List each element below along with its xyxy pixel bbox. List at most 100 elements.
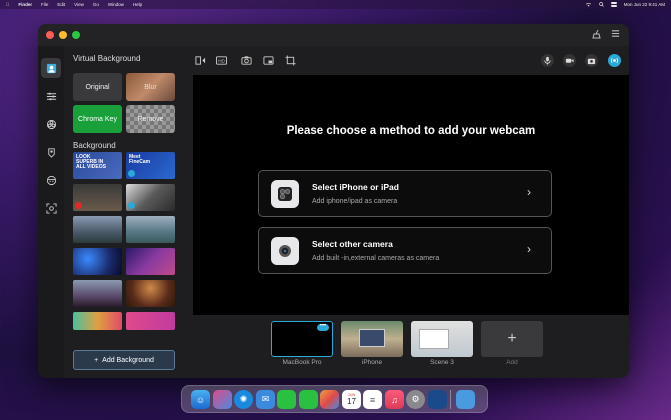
background-thumb[interactable] [73, 312, 122, 330]
menu-file[interactable]: File [41, 2, 48, 7]
background-section-label: Background [73, 141, 116, 150]
launchpad-icon[interactable] [213, 390, 232, 409]
youtube-icon [75, 202, 82, 209]
method-subtitle: Add iphone/ipad as camera [312, 198, 398, 205]
photos-icon[interactable] [320, 390, 339, 409]
facetime-icon[interactable] [277, 390, 296, 409]
left-nav-rail [38, 46, 64, 378]
zoom-window-button[interactable] [72, 31, 80, 39]
finecam-app-icon[interactable] [428, 390, 447, 409]
video-record-icon[interactable] [563, 54, 576, 67]
option-remove[interactable]: Remove [126, 105, 175, 133]
control-center-icon[interactable] [610, 1, 617, 8]
add-background-button[interactable]: + Add Background [73, 350, 175, 370]
close-window-button[interactable] [46, 31, 54, 39]
background-thumb[interactable] [126, 216, 175, 243]
camera-preview-area: Please choose a method to add your webca… [193, 75, 629, 315]
option-blur[interactable]: Blur [126, 73, 175, 101]
background-thumb[interactable] [126, 248, 175, 275]
chevron-right-icon: › [527, 185, 531, 199]
plus-icon: + [94, 356, 99, 364]
select-iphone-ipad-option[interactable]: Select iPhone or iPad Add iphone/ipad as… [258, 170, 552, 217]
calendar-icon[interactable]: JUN 17 [342, 390, 361, 409]
video-badge-icon [128, 202, 135, 209]
background-thumb[interactable]: Meet FineCam [126, 152, 175, 179]
option-chroma-key[interactable]: Chroma Key [73, 105, 122, 133]
document-image [419, 329, 449, 349]
method-title: Select iPhone or iPad [312, 182, 399, 192]
background-thumb[interactable] [126, 280, 175, 307]
system-preferences-icon[interactable]: ⚙ [406, 390, 425, 409]
video-badge-icon [128, 170, 135, 177]
minimize-window-button[interactable] [59, 31, 67, 39]
scene-label: MacBook Pro [282, 359, 322, 366]
picture-in-picture-icon[interactable] [262, 54, 274, 66]
menu-bar:  Finder File Edit View Go Window Help M… [0, 0, 671, 9]
background-thumb[interactable] [126, 312, 175, 330]
scan-focus-icon[interactable] [41, 198, 61, 218]
background-thumb[interactable] [73, 248, 122, 275]
safari-icon[interactable]: ✺ [234, 390, 253, 409]
background-thumb[interactable]: LOOK SUPERB IN ALL VIDEOS [73, 152, 122, 179]
title-bar [38, 24, 629, 46]
scene-label: Scene 3 [430, 359, 454, 366]
scene-3[interactable] [411, 321, 473, 357]
crop-frame-icon[interactable] [284, 54, 296, 66]
finder-icon[interactable]: ☺ [191, 390, 210, 409]
promo-text: Meet FineCam [129, 154, 151, 165]
scene-macbook-pro[interactable]: ••• [271, 321, 333, 357]
messages-icon[interactable] [299, 390, 318, 409]
menu-window[interactable]: Window [108, 2, 124, 7]
hd-resolution-icon[interactable]: HD [215, 54, 227, 66]
panel-title: Virtual Background [73, 54, 141, 63]
wifi-icon[interactable] [585, 2, 592, 8]
dock-separator [450, 390, 451, 409]
menubar-clock[interactable]: Mon Jun 22 9:41 AM [624, 2, 665, 7]
chevron-right-icon: › [527, 242, 531, 256]
virtual-background-panel: Virtual Background Original Blur Chroma … [64, 46, 186, 378]
apple-menu-icon[interactable]:  [6, 2, 9, 7]
broom-icon[interactable] [591, 29, 603, 41]
sticker-icon[interactable] [41, 142, 61, 162]
avatar-mask-icon[interactable] [41, 170, 61, 190]
snapshot-camera-icon[interactable] [240, 54, 252, 66]
trash-icon[interactable] [476, 390, 485, 409]
promo-text: LOOK SUPERB IN ALL VIDEOS [76, 154, 106, 170]
background-thumb[interactable] [73, 216, 122, 243]
virtual-background-tab-icon[interactable] [41, 58, 61, 78]
add-webcam-heading: Please choose a method to add your webca… [286, 125, 536, 137]
microphone-icon[interactable] [541, 54, 554, 67]
background-thumb[interactable] [73, 184, 122, 211]
add-scene-button[interactable]: + [481, 321, 543, 357]
downloads-folder-icon[interactable] [456, 390, 475, 409]
music-icon[interactable]: ♫ [385, 390, 404, 409]
background-thumb[interactable] [73, 280, 122, 307]
menu-edit[interactable]: Edit [57, 2, 65, 7]
dock: ☺ ✺ ✉ JUN 17 ≡ ♫ ⚙ [181, 385, 488, 413]
laptop-image [359, 329, 385, 347]
option-original[interactable]: Original [73, 73, 122, 101]
mail-icon[interactable]: ✉ [256, 390, 275, 409]
menu-finder[interactable]: Finder [18, 2, 32, 7]
adjust-sliders-icon[interactable] [41, 86, 61, 106]
more-options-icon[interactable]: ••• [317, 323, 329, 331]
menu-go[interactable]: Go [93, 2, 99, 7]
menu-view[interactable]: View [74, 2, 84, 7]
background-thumb[interactable] [126, 184, 175, 211]
app-window: Virtual Background Original Blur Chroma … [38, 24, 629, 378]
method-subtitle: Add built -in,external cameras as camera [312, 255, 440, 262]
photo-capture-icon[interactable] [585, 54, 598, 67]
search-icon[interactable] [598, 1, 604, 8]
scene-label: Add [506, 359, 518, 366]
svg-text:HD: HD [218, 58, 225, 63]
iphone-camera-icon [271, 180, 299, 208]
beauty-filter-icon[interactable] [41, 114, 61, 134]
menu-icon[interactable] [609, 29, 621, 41]
menu-help[interactable]: Help [133, 2, 142, 7]
reminders-icon[interactable]: ≡ [363, 390, 382, 409]
share-stream-icon[interactable] [608, 54, 621, 67]
scene-label: iPhone [361, 359, 383, 366]
mirror-flip-icon[interactable] [194, 54, 206, 66]
scene-iphone[interactable] [341, 321, 403, 357]
select-other-camera-option[interactable]: Select other camera Add built -in,extern… [258, 227, 552, 274]
